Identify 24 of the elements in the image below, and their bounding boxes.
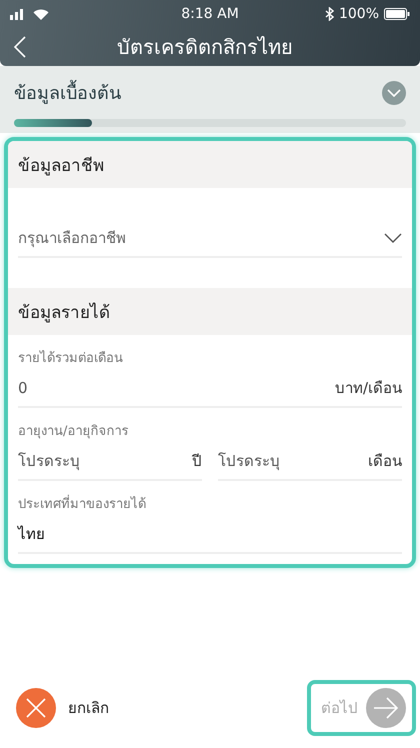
field-label: อายุงาน/อายุกิจการ xyxy=(18,423,130,441)
text-field[interactable]: 0 บาท/เดือน xyxy=(18,368,402,408)
screen-title: บัตรเครดิตกสิกรไทย xyxy=(116,34,294,61)
arrow-right-icon xyxy=(373,697,399,719)
close-icon xyxy=(25,697,47,719)
wifi-icon xyxy=(33,8,49,20)
section-heading: ข้อมูลอาชีพ xyxy=(8,141,412,188)
battery-percent: 100% xyxy=(338,6,380,22)
cancel-button[interactable]: ยกเลิก xyxy=(16,688,109,728)
text-field[interactable]: โปรดระบุ ปี xyxy=(18,441,202,481)
back-icon[interactable] xyxy=(14,36,26,58)
chevron-down-icon xyxy=(387,88,401,96)
text-field[interactable]: ไทย xyxy=(18,514,402,554)
step-title: ข้อมูลเบื้องต้น xyxy=(14,78,121,107)
section-heading: ข้อมูลรายได้ xyxy=(8,288,412,335)
chevron-down-icon xyxy=(384,233,402,243)
battery-icon xyxy=(384,8,410,20)
bluetooth-icon xyxy=(324,7,334,21)
field-label: รายได้รวมต่อเดือน xyxy=(18,349,124,368)
field-label: ประเทศที่มาของรายได้ xyxy=(18,493,402,514)
chevron-button[interactable] xyxy=(382,80,406,104)
text-field[interactable]: โปรดระบุ เดือน xyxy=(218,441,402,481)
status-time: 8:18 AM xyxy=(181,6,239,22)
occupation-dropdown[interactable]: กรุณาเลือกอาชีพ xyxy=(18,226,402,258)
